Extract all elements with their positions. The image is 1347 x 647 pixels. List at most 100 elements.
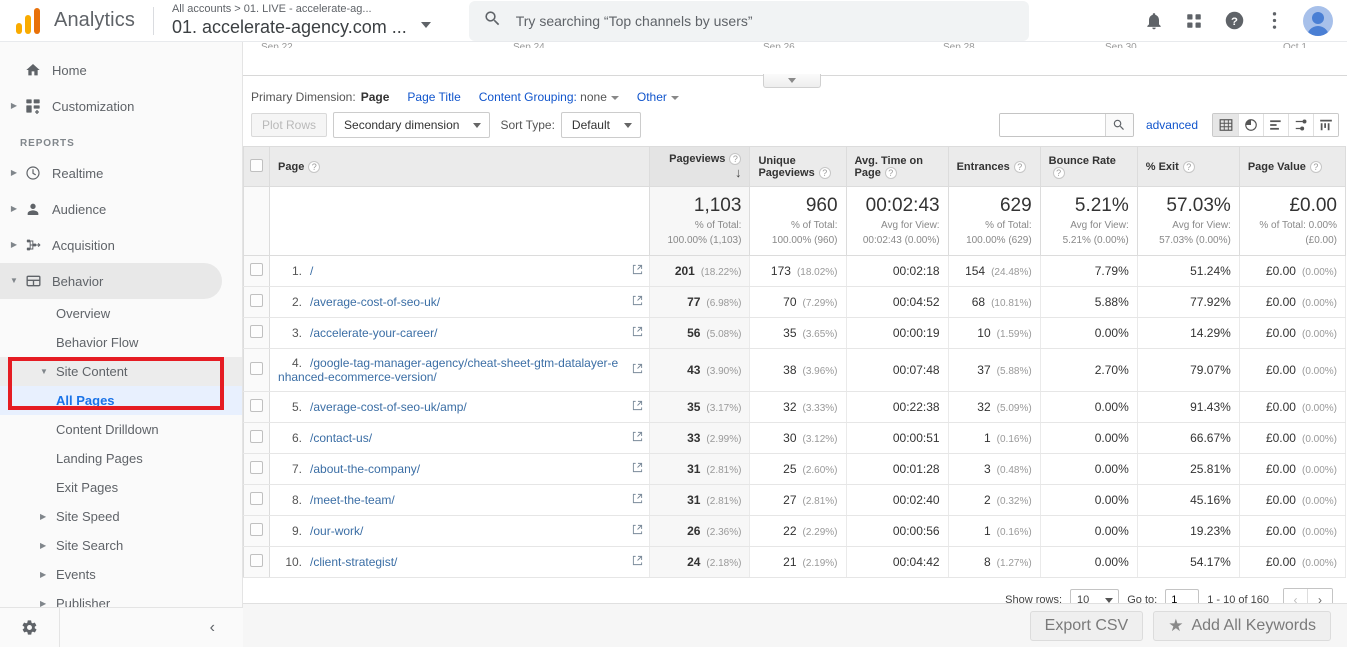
help-icon[interactable]: ? bbox=[1013, 160, 1026, 173]
help-icon[interactable]: ? bbox=[729, 153, 742, 166]
page-link[interactable]: /client-strategist/ bbox=[310, 555, 397, 569]
table-search-input[interactable] bbox=[999, 114, 1105, 136]
chart-collapse-toggle[interactable] bbox=[763, 74, 821, 88]
row-checkbox-cell[interactable] bbox=[243, 453, 271, 486]
row-checkbox-cell[interactable] bbox=[243, 317, 271, 350]
table-view-icon[interactable] bbox=[1213, 114, 1238, 136]
row-checkbox-cell[interactable] bbox=[243, 422, 271, 455]
row-checkbox-cell[interactable] bbox=[243, 255, 271, 288]
column-header-page-value[interactable]: Page Value? bbox=[1239, 145, 1347, 188]
plot-rows-button[interactable]: Plot Rows bbox=[251, 113, 328, 137]
row-page-cell[interactable]: 6. /contact-us/ bbox=[269, 422, 651, 455]
sidebar-item-overview[interactable]: Overview bbox=[0, 299, 242, 328]
sidebar-item-site-content[interactable]: ▼ Site Content bbox=[0, 357, 242, 386]
chevron-right-icon[interactable]: ▶ bbox=[40, 570, 52, 579]
row-checkbox[interactable] bbox=[250, 492, 263, 506]
column-header-pageviews[interactable]: Pageviews ?↓ bbox=[649, 145, 751, 188]
row-page-cell[interactable]: 9. /our-work/ bbox=[269, 515, 651, 548]
page-link[interactable]: /accelerate-your-career/ bbox=[310, 326, 437, 340]
column-header-page[interactable]: Page? bbox=[269, 145, 651, 188]
row-checkbox[interactable] bbox=[250, 430, 263, 444]
open-in-new-icon[interactable] bbox=[632, 326, 643, 340]
row-checkbox-cell[interactable] bbox=[243, 348, 271, 393]
sidebar-item-audience[interactable]: ▶ Audience bbox=[0, 191, 242, 227]
row-checkbox[interactable] bbox=[250, 399, 263, 413]
row-checkbox[interactable] bbox=[250, 461, 263, 475]
add-all-keywords-button[interactable]: ★ Add All Keywords bbox=[1153, 610, 1331, 641]
open-in-new-icon[interactable] bbox=[632, 295, 643, 309]
row-page-cell[interactable]: 10. /client-strategist/ bbox=[269, 546, 651, 579]
page-link[interactable]: /meet-the-team/ bbox=[310, 493, 395, 507]
row-page-cell[interactable]: 3. /accelerate-your-career/ bbox=[269, 317, 651, 350]
row-page-cell[interactable]: 8. /meet-the-team/ bbox=[269, 484, 651, 517]
advanced-filter-link[interactable]: advanced bbox=[1146, 118, 1198, 132]
sidebar-item-behavior[interactable]: ▼ Behavior bbox=[0, 263, 222, 299]
sidebar-item-home[interactable]: Home bbox=[0, 52, 242, 88]
sidebar-item-site-search[interactable]: ▶ Site Search bbox=[0, 531, 242, 560]
row-checkbox[interactable] bbox=[250, 325, 263, 339]
column-header-bounce-rate[interactable]: Bounce Rate? bbox=[1040, 145, 1138, 188]
chevron-down-icon[interactable] bbox=[670, 95, 679, 100]
row-checkbox[interactable] bbox=[250, 294, 263, 308]
search-icon[interactable] bbox=[1104, 114, 1133, 136]
open-in-new-icon[interactable] bbox=[632, 363, 643, 377]
sidebar-item-behavior-flow[interactable]: Behavior Flow bbox=[0, 328, 242, 357]
chevron-right-icon[interactable]: ▶ bbox=[8, 102, 20, 110]
page-link[interactable]: /google-tag-manager-agency/cheat-sheet-g… bbox=[278, 356, 618, 384]
sort-type-select[interactable]: Default bbox=[560, 112, 641, 138]
content-grouping-selector[interactable]: Content Grouping: none bbox=[479, 90, 619, 104]
row-checkbox-cell[interactable] bbox=[243, 391, 271, 424]
row-page-cell[interactable]: 7. /about-the-company/ bbox=[269, 453, 651, 486]
gear-icon[interactable] bbox=[0, 607, 60, 647]
row-checkbox-cell[interactable] bbox=[243, 484, 271, 517]
sidebar-item-customization[interactable]: ▶ Customization bbox=[0, 88, 242, 124]
dimension-page-title-link[interactable]: Page Title bbox=[407, 90, 460, 104]
column-header-unique-pageviews[interactable]: Unique Pageviews? bbox=[749, 145, 847, 188]
open-in-new-icon[interactable] bbox=[632, 555, 643, 569]
row-page-cell[interactable]: 1. / bbox=[269, 255, 651, 288]
column-header-avg-time-on-page[interactable]: Avg. Time on Page? bbox=[846, 145, 949, 188]
page-link[interactable]: /our-work/ bbox=[310, 524, 363, 538]
sidebar-item-exit-pages[interactable]: Exit Pages bbox=[0, 473, 242, 502]
open-in-new-icon[interactable] bbox=[632, 431, 643, 445]
help-icon[interactable]: ? bbox=[884, 166, 897, 179]
open-in-new-icon[interactable] bbox=[632, 493, 643, 507]
table-row[interactable]: 1. / 201 (18.22%) 173 (18.02%) 00:02:18 154… bbox=[243, 255, 1347, 288]
open-in-new-icon[interactable] bbox=[632, 524, 643, 538]
chevron-down-icon[interactable]: ▼ bbox=[8, 277, 20, 285]
chevron-down-icon[interactable] bbox=[610, 95, 619, 100]
table-row[interactable]: 10. /client-strategist/ 24 (2.18%) 21 (2.19… bbox=[243, 546, 1347, 579]
export-csv-button[interactable]: Export CSV bbox=[1029, 610, 1144, 641]
page-link[interactable]: / bbox=[310, 264, 313, 278]
table-row[interactable]: 6. /contact-us/ 33 (2.99%) 30 (3.12%) 00:00… bbox=[243, 422, 1347, 455]
global-search-bar[interactable]: Try searching “Top channels by users” bbox=[468, 0, 1029, 41]
sidebar-collapse-button[interactable]: ‹ bbox=[60, 619, 243, 637]
sidebar-item-landing-pages[interactable]: Landing Pages bbox=[0, 444, 242, 473]
open-in-new-icon[interactable] bbox=[632, 264, 643, 278]
table-row[interactable]: 2. /average-cost-of-seo-uk/ 77 (6.98%) 70 (… bbox=[243, 286, 1347, 319]
help-icon[interactable]: ? bbox=[1052, 166, 1065, 179]
sidebar-item-content-drilldown[interactable]: Content Drilldown bbox=[0, 415, 242, 444]
performance-view-icon[interactable] bbox=[1288, 114, 1313, 136]
chevron-down-icon[interactable]: ▼ bbox=[40, 367, 52, 376]
more-vert-icon[interactable] bbox=[1263, 10, 1285, 32]
page-link[interactable]: /average-cost-of-seo-uk/amp/ bbox=[310, 400, 467, 414]
column-header-pct-exit[interactable]: % Exit? bbox=[1137, 145, 1240, 188]
page-link[interactable]: /contact-us/ bbox=[310, 431, 372, 445]
table-row[interactable]: 5. /average-cost-of-seo-uk/amp/ 35 (3.17%)… bbox=[243, 391, 1347, 424]
secondary-dimension-button[interactable]: Secondary dimension bbox=[333, 112, 491, 138]
chevron-down-icon[interactable] bbox=[420, 21, 431, 28]
open-in-new-icon[interactable] bbox=[632, 400, 643, 414]
sidebar-item-all-pages[interactable]: All Pages bbox=[0, 386, 242, 415]
avatar[interactable] bbox=[1303, 5, 1333, 36]
row-checkbox-cell[interactable] bbox=[243, 546, 271, 579]
select-all-checkbox[interactable] bbox=[250, 158, 263, 172]
sidebar-item-events[interactable]: ▶ Events bbox=[0, 560, 242, 589]
open-in-new-icon[interactable] bbox=[632, 462, 643, 476]
select-all-header[interactable] bbox=[243, 145, 271, 188]
page-link[interactable]: /average-cost-of-seo-uk/ bbox=[310, 295, 440, 309]
chevron-right-icon[interactable]: ▶ bbox=[8, 241, 20, 249]
help-icon[interactable]: ? bbox=[308, 160, 321, 173]
table-row[interactable]: 7. /about-the-company/ 31 (2.81%) 25 (2.60%… bbox=[243, 453, 1347, 486]
table-row[interactable]: 4./google-tag-manager-agency/cheat-sheet… bbox=[243, 348, 1347, 393]
